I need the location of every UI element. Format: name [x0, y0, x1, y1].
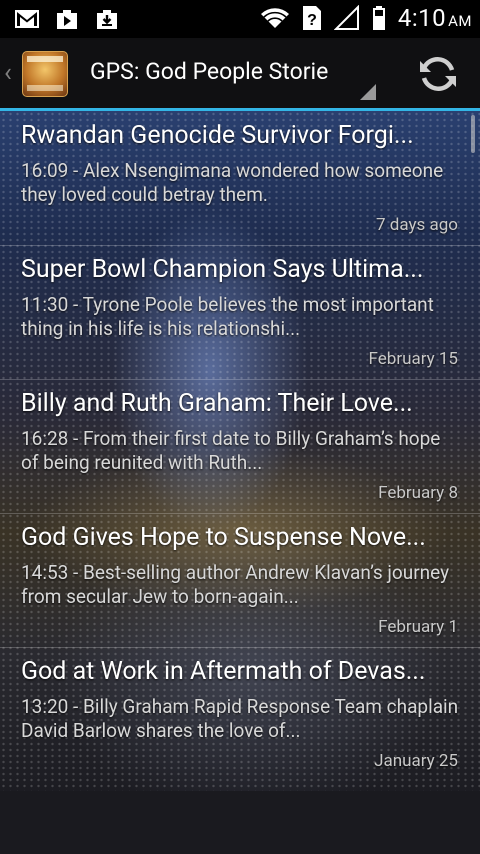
svg-text:?: ? — [307, 12, 317, 29]
story-date: February 1 — [378, 617, 458, 637]
story-description: 16:09 - Alex Nsengimana wondered how som… — [21, 159, 444, 206]
play-store-icon — [57, 10, 77, 29]
list-scrollbar[interactable] — [471, 115, 475, 153]
gmail-icon — [15, 10, 39, 28]
shopping-bag-icon — [97, 10, 117, 29]
story-title: Super Bowl Champion Says Ultima... — [21, 255, 424, 284]
refresh-icon[interactable] — [414, 52, 462, 96]
story-date: January 25 — [374, 751, 458, 771]
story-description: 16:28 - From their first date to Billy G… — [21, 427, 441, 474]
story-date: 7 days ago — [375, 215, 458, 235]
story-title: Billy and Ruth Graham: Their Love... — [21, 389, 413, 418]
list-footer-empty — [0, 791, 480, 854]
story-title: God at Work in Aftermath of Devas... — [21, 657, 426, 686]
battery-icon — [372, 6, 385, 30]
nav-spinner-title[interactable]: GPS: God People Storie — [90, 58, 352, 85]
action-bar: ‹ GPS: God People Storie — [0, 38, 480, 111]
status-clock: 4:10 AM — [398, 4, 472, 32]
story-description: 14:53 - Best-selling author Andrew Klava… — [21, 561, 450, 608]
up-caret-icon[interactable]: ‹ — [4, 58, 12, 88]
status-bar: ? 4:10 AM — [0, 0, 480, 38]
story-item[interactable]: Super Bowl Champion Says Ultima... 11:30… — [0, 245, 480, 380]
story-list[interactable]: Rwandan Genocide Survivor Forgi... 16:09… — [0, 111, 480, 791]
story-date: February 8 — [378, 483, 458, 503]
story-title: Rwandan Genocide Survivor Forgi... — [21, 121, 414, 150]
no-sim-icon: ? — [302, 6, 321, 30]
story-title: God Gives Hope to Suspense Nove... — [21, 523, 426, 552]
story-item[interactable]: Rwandan Genocide Survivor Forgi... 16:09… — [0, 111, 480, 246]
story-description: 11:30 - Tyrone Poole believes the most i… — [21, 293, 434, 340]
spinner-dropdown-icon[interactable] — [360, 84, 376, 100]
clock-time: 4:10 — [397, 4, 447, 32]
story-description: 13:20 - Billy Graham Rapid Response Team… — [21, 695, 459, 742]
story-item[interactable]: God Gives Hope to Suspense Nove... 14:53… — [0, 513, 480, 648]
signal-icon — [333, 5, 359, 30]
story-item[interactable]: God at Work in Aftermath of Devas... 13:… — [0, 647, 480, 781]
app-logo-icon[interactable] — [22, 51, 68, 97]
clock-ampm: AM — [448, 12, 472, 30]
story-item[interactable]: Billy and Ruth Graham: Their Love... 16:… — [0, 379, 480, 514]
story-date: February 15 — [368, 349, 458, 369]
wifi-icon — [260, 8, 289, 28]
